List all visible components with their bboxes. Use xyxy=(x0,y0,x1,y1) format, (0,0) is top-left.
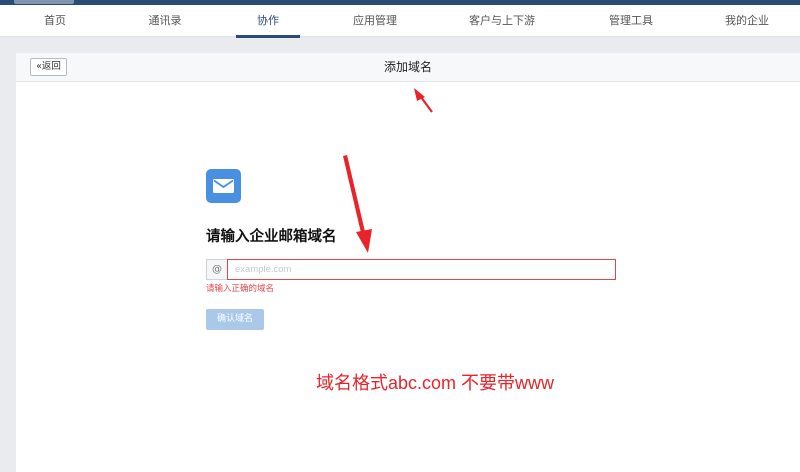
back-button[interactable]: «返回 xyxy=(30,58,67,76)
nav-item-app-management[interactable]: 应用管理 xyxy=(340,5,410,37)
form-heading: 请输入企业邮箱域名 xyxy=(206,229,337,245)
domain-input[interactable] xyxy=(227,259,616,280)
nav-active-indicator xyxy=(236,35,300,38)
page-title: 添加域名 xyxy=(383,60,432,74)
nav-item-my-enterprise[interactable]: 我的企业 xyxy=(712,5,782,37)
nav-item-contacts[interactable]: 通讯录 xyxy=(135,5,195,37)
nav-item-customers[interactable]: 客户与上下游 xyxy=(456,5,548,37)
at-sign-addon: @ xyxy=(206,259,227,280)
nav-item-admin-tools[interactable]: 管理工具 xyxy=(596,5,666,37)
annotation-note: 域名格式abc.com 不要带www xyxy=(316,373,555,393)
content-card: 添加域名 «返回 请输入企业邮箱域名 @ 请输入正确的域名 确认域名 域名格式a… xyxy=(16,53,800,472)
confirm-domain-button[interactable]: 确认域名 xyxy=(206,309,264,330)
card-header: 添加域名 «返回 xyxy=(16,53,800,82)
app-logo xyxy=(14,0,74,4)
main-nav: 首页 通讯录 协作 应用管理 客户与上下游 管理工具 我的企业 xyxy=(0,5,800,38)
nav-item-collaboration[interactable]: 协作 xyxy=(236,5,300,37)
error-message: 请输入正确的域名 xyxy=(206,284,275,294)
nav-item-home[interactable]: 首页 xyxy=(30,5,80,37)
mail-icon xyxy=(206,169,241,203)
